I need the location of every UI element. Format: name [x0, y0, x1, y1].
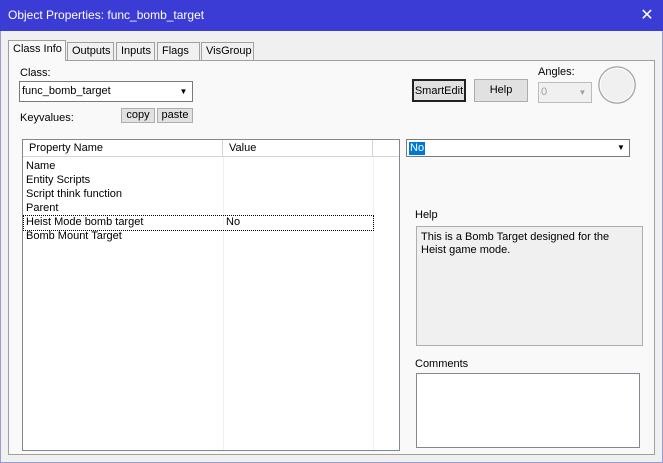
column-divider: [373, 157, 374, 450]
smartedit-button[interactable]: SmartEdit: [412, 79, 466, 102]
class-value: func_bomb_target: [22, 85, 111, 97]
property-name: Script think function: [26, 188, 122, 200]
property-name: Entity Scripts: [26, 174, 91, 186]
property-name: Bomb Mount Target: [26, 230, 122, 242]
class-combo[interactable]: func_bomb_target ▼: [19, 81, 193, 102]
property-name: Parent: [26, 202, 59, 214]
keyvalues-label: Keyvalues:: [20, 112, 74, 124]
tab-outputs[interactable]: Outputs: [67, 42, 114, 60]
title-bar[interactable]: Object Properties: func_bomb_target ✕: [0, 0, 663, 31]
table-row[interactable]: Bomb Mount Target: [24, 230, 373, 244]
tab-label: Class Info: [13, 43, 62, 55]
comments-textarea[interactable]: [416, 373, 640, 448]
paste-button[interactable]: paste: [157, 108, 193, 123]
header-label: Value: [229, 142, 257, 154]
chevron-down-icon[interactable]: ▼: [614, 141, 628, 155]
tab-label: Flags: [162, 45, 189, 57]
help-button[interactable]: Help: [474, 79, 528, 102]
angle-dial-icon[interactable]: [597, 65, 637, 105]
copy-button[interactable]: copy: [121, 108, 155, 123]
angles-label: Angles:: [538, 66, 575, 78]
grid-header: Property Name Value: [23, 140, 399, 157]
table-row[interactable]: Parent: [24, 202, 373, 216]
close-icon[interactable]: ✕: [631, 0, 663, 31]
value-selected: No: [409, 142, 426, 155]
help-button-label: Help: [489, 84, 513, 96]
table-row[interactable]: Name: [24, 160, 373, 174]
keyvalues-grid[interactable]: Property Name Value Name Entity Scripts …: [22, 139, 400, 451]
help-text: This is a Bomb Target designed for the H…: [421, 231, 610, 256]
header-value[interactable]: Value: [223, 140, 373, 157]
tab-label: Inputs: [121, 45, 151, 57]
help-textbox: This is a Bomb Target designed for the H…: [416, 226, 643, 346]
tab-class-info[interactable]: Class Info: [8, 40, 66, 61]
tab-visgroup[interactable]: VisGroup: [201, 42, 254, 60]
header-label: Property Name: [29, 142, 103, 154]
chevron-down-icon[interactable]: ▼: [176, 83, 191, 100]
help-label: Help: [415, 209, 438, 221]
value-select[interactable]: No ▼: [406, 139, 630, 157]
property-name: Name: [26, 160, 56, 172]
tab-flags[interactable]: Flags: [157, 42, 200, 60]
comments-label: Comments: [415, 358, 469, 370]
property-name: Heist Mode bomb target: [26, 216, 144, 228]
table-row-selected[interactable]: Heist Mode bomb target No: [23, 215, 374, 231]
window-title: Object Properties: func_bomb_target: [8, 8, 205, 22]
table-row[interactable]: Script think function: [24, 188, 373, 202]
angles-value: 0: [541, 86, 548, 98]
tab-label: VisGroup: [206, 45, 252, 57]
table-row[interactable]: Entity Scripts: [24, 174, 373, 188]
property-value: No: [226, 216, 241, 228]
paste-label: paste: [161, 109, 189, 121]
copy-label: copy: [126, 109, 150, 121]
class-label: Class:: [20, 67, 51, 79]
chevron-down-icon[interactable]: ▼: [575, 84, 590, 101]
tab-inputs[interactable]: Inputs: [116, 42, 155, 60]
header-property-name[interactable]: Property Name: [23, 140, 223, 157]
smartedit-label: SmartEdit: [414, 85, 464, 97]
tab-label: Outputs: [72, 45, 111, 57]
angles-combo[interactable]: 0 ▼: [538, 82, 592, 103]
